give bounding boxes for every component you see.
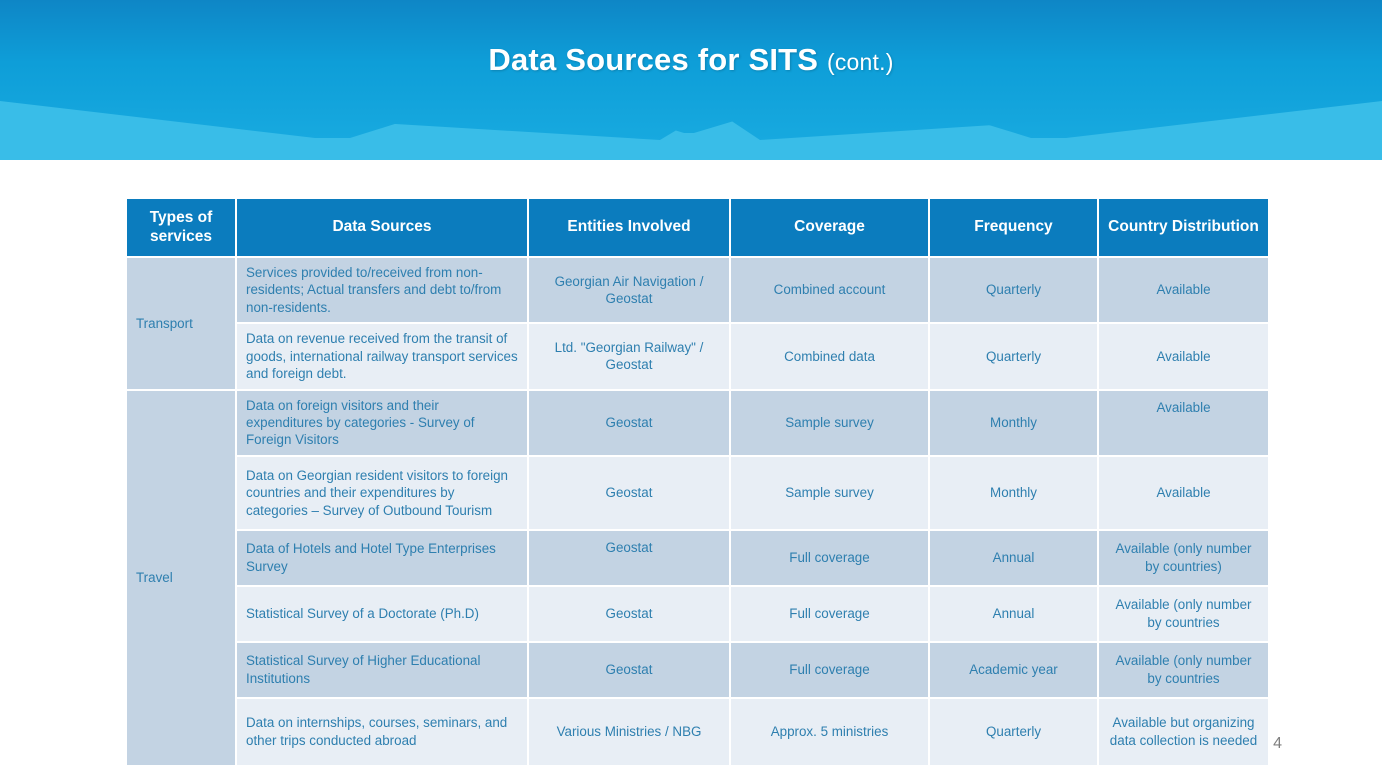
frequency-cell: Academic year: [930, 642, 1097, 697]
data-source-cell: Statistical Survey of Higher Educational…: [237, 642, 527, 697]
table-row: Travel Data on foreign visitors and thei…: [127, 390, 1268, 765]
column-header-frequency[interactable]: Frequency: [930, 199, 1097, 256]
coverage-cell: Full coverage: [731, 530, 928, 585]
entities-involved-cell: Various Ministries / NBG: [529, 698, 729, 765]
table-row: Data on internships, courses, seminars, …: [127, 698, 1268, 765]
entities-involved-cell: Geostat: [529, 586, 729, 641]
coverage-cell: Sample survey: [731, 456, 928, 529]
table-row: Transport Services provided to/received …: [127, 258, 1268, 389]
table-header-row: Types of services Data Sources Entities …: [127, 199, 1268, 256]
category-cell-transport: Transport: [127, 258, 235, 389]
table-row: Data of Hotels and Hotel Type Enterprise…: [127, 530, 1268, 585]
coverage-cell: Combined account: [731, 258, 928, 323]
table-row: Statistical Survey of a Doctorate (Ph.D)…: [127, 586, 1268, 641]
data-source-cell: Data on revenue received from the transi…: [237, 324, 527, 389]
country-distribution-cell: Available but organizing data collection…: [1099, 698, 1268, 765]
data-source-cell: Services provided to/received from non-r…: [237, 258, 527, 323]
entities-involved-cell: Geostat: [529, 642, 729, 697]
data-source-cell: Data on Georgian resident visitors to fo…: [237, 456, 527, 529]
category-cell-travel: Travel: [127, 390, 235, 765]
slide-page-number: 4: [1273, 735, 1282, 752]
data-source-cell: Data of Hotels and Hotel Type Enterprise…: [237, 530, 527, 585]
entities-involved-cell: Geostat: [529, 390, 729, 455]
data-source-cell: Statistical Survey of a Doctorate (Ph.D): [237, 586, 527, 641]
country-distribution-cell: Available: [1099, 258, 1268, 323]
entities-involved-cell: Geostat: [529, 456, 729, 529]
coverage-cell: Full coverage: [731, 642, 928, 697]
banner-wave-graphic: [0, 0, 1382, 160]
data-sources-table: Types of services Data Sources Entities …: [125, 197, 1270, 767]
country-distribution-cell: Available: [1099, 390, 1268, 455]
table-row: Data on Georgian resident visitors to fo…: [127, 456, 1268, 529]
column-header-types-of-services[interactable]: Types of services: [127, 199, 235, 256]
data-sources-table-container: Types of services Data Sources Entities …: [125, 197, 1268, 767]
coverage-cell: Sample survey: [731, 390, 928, 455]
coverage-cell: Approx. 5 ministries: [731, 698, 928, 765]
column-header-data-sources[interactable]: Data Sources: [237, 199, 527, 256]
slide-banner: Data Sources for SITS (cont.): [0, 0, 1382, 160]
data-source-cell: Data on internships, courses, seminars, …: [237, 698, 527, 765]
frequency-cell: Annual: [930, 586, 1097, 641]
country-distribution-cell: Available (only number by countries): [1099, 530, 1268, 585]
country-distribution-cell: Available (only number by countries: [1099, 586, 1268, 641]
column-header-country-distribution[interactable]: Country Distribution: [1099, 199, 1268, 256]
frequency-cell: Monthly: [930, 456, 1097, 529]
coverage-cell: Full coverage: [731, 586, 928, 641]
country-distribution-cell: Available (only number by countries: [1099, 642, 1268, 697]
entities-involved-cell: Geostat: [529, 530, 729, 585]
frequency-cell: Annual: [930, 530, 1097, 585]
frequency-cell: Monthly: [930, 390, 1097, 455]
frequency-cell: Quarterly: [930, 324, 1097, 389]
data-source-cell: Data on foreign visitors and their expen…: [237, 390, 527, 455]
table-row: Data on revenue received from the transi…: [127, 324, 1268, 389]
coverage-cell: Combined data: [731, 324, 928, 389]
column-header-entities-involved[interactable]: Entities Involved: [529, 199, 729, 256]
frequency-cell: Quarterly: [930, 258, 1097, 323]
country-distribution-cell: Available: [1099, 456, 1268, 529]
column-header-coverage[interactable]: Coverage: [731, 199, 928, 256]
entities-involved-cell: Ltd. "Georgian Railway" / Geostat: [529, 324, 729, 389]
table-row: Statistical Survey of Higher Educational…: [127, 642, 1268, 697]
country-distribution-cell: Available: [1099, 324, 1268, 389]
entities-involved-cell: Georgian Air Navigation / Geostat: [529, 258, 729, 323]
frequency-cell: Quarterly: [930, 698, 1097, 765]
